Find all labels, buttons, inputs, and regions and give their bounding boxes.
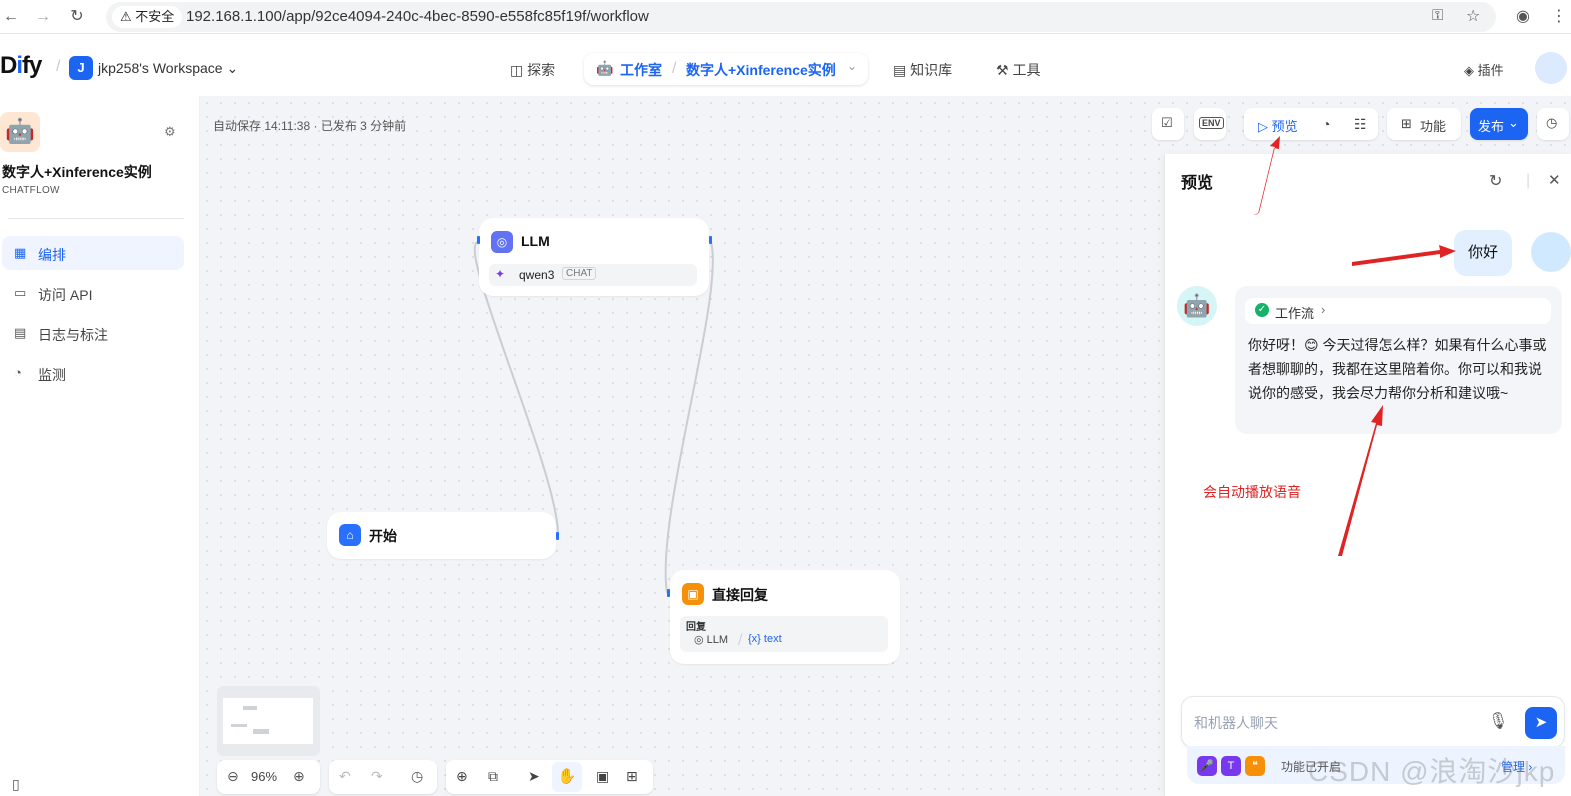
watermark: CSDN @浪淘沙jkp <box>1308 756 1556 787</box>
arrow-to-user-message <box>1352 245 1456 266</box>
arrow-to-preview-button <box>1253 136 1280 215</box>
arrow-to-bot-reply <box>1338 405 1383 556</box>
annotation-arrows <box>1253 136 1456 556</box>
